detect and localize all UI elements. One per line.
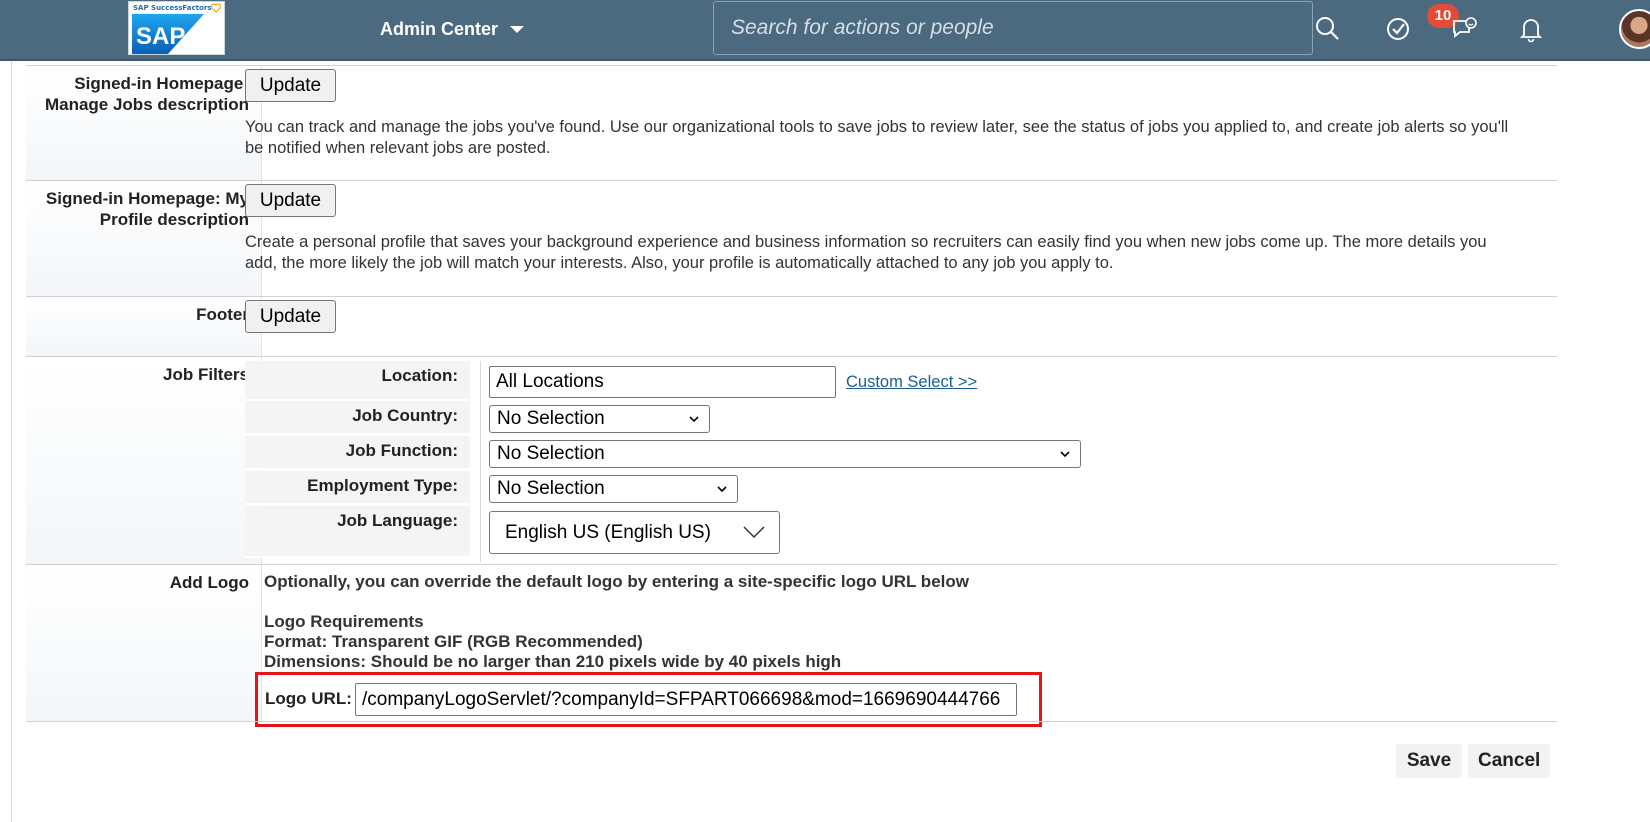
svg-text:SAP: SAP [136,23,185,50]
job-function-label: Job Function: [245,436,470,470]
divider [26,721,1557,722]
manage-jobs-description-text: You can track and manage the jobs you've… [245,118,1509,157]
row-label: Add Logo [169,573,249,592]
heart-icon [211,3,221,13]
chevron-down-icon [717,486,727,493]
divider [11,61,12,822]
employment-type-select[interactable]: No Selection [489,475,738,503]
location-label: Location: [245,361,470,401]
job-language-select[interactable]: English US (English US) [489,511,780,554]
update-footer-button[interactable]: Update [245,300,336,333]
logo-url-input[interactable] [355,683,1017,716]
custom-select-link[interactable]: Custom Select >> [846,373,977,392]
sap-logo-mark: SAP [132,14,204,54]
row-label-cell: Signed-in Homepage: My Profile descripti… [26,181,262,296]
job-country-value: No Selection [497,408,605,429]
logo-requirements-dimensions: Dimensions: Should be no larger than 210… [264,652,842,671]
chat-feedback-icon[interactable] [1449,13,1481,45]
logo-requirements-title: Logo Requirements [264,612,424,631]
logo-url-highlight: Logo URL: [255,672,1042,727]
employment-type-label: Employment Type: [245,471,470,505]
todo-check-icon[interactable] [1382,13,1414,45]
location-input[interactable] [489,366,836,398]
admin-center-menu[interactable]: Admin Center [380,16,525,42]
row-label: Job Filters [163,365,249,384]
row-label: Signed-in Homepage: Manage Jobs descript… [44,74,249,114]
row-label-cell: Job Filters [26,357,262,564]
cancel-button[interactable]: Cancel [1468,744,1550,778]
job-function-value: No Selection [497,443,605,464]
row-label-cell: Add Logo [26,565,262,721]
row-label-cell: Footer [26,297,262,356]
update-manage-jobs-button[interactable]: Update [245,69,336,102]
logo-override-intro: Optionally, you can override the default… [264,572,969,591]
chevron-down-icon [689,416,699,423]
admin-center-label: Admin Center [380,18,499,39]
chevron-down-icon [743,526,765,539]
chevron-down-icon [1060,451,1070,458]
search-input[interactable] [731,16,1312,40]
job-function-select[interactable]: No Selection [489,440,1081,468]
row-label-cell: Signed-in Homepage: Manage Jobs descript… [26,66,262,180]
divider [480,361,481,562]
job-language-value: English US (English US) [505,522,711,543]
employment-type-value: No Selection [497,478,605,499]
page-content: Signed-in Homepage: Manage Jobs descript… [0,61,1650,822]
bell-icon[interactable] [1515,13,1547,45]
sap-successfactors-logo[interactable]: SAP SuccessFactors SAP [128,1,225,55]
search-icon[interactable] [1312,13,1344,45]
shell-header: SAP SuccessFactors SAP Admin Center 10 [0,0,1650,61]
job-country-select[interactable]: No Selection [489,405,710,433]
save-button[interactable]: Save [1396,744,1462,778]
row-label: Signed-in Homepage: My Profile descripti… [45,189,249,229]
my-profile-description-text: Create a personal profile that saves you… [245,233,1487,272]
logo-tagline: SAP SuccessFactors [133,4,212,12]
logo-requirements-format: Format: Transparent GIF (RGB Recommended… [264,632,643,651]
global-search[interactable] [713,1,1313,55]
caret-down-icon [510,25,525,33]
logo-url-label: Logo URL: [265,689,352,708]
row-label: Footer [196,305,249,324]
update-my-profile-button[interactable]: Update [245,184,336,217]
job-country-label: Job Country: [245,401,470,435]
job-language-label: Job Language: [245,506,470,558]
user-avatar[interactable] [1619,9,1650,49]
